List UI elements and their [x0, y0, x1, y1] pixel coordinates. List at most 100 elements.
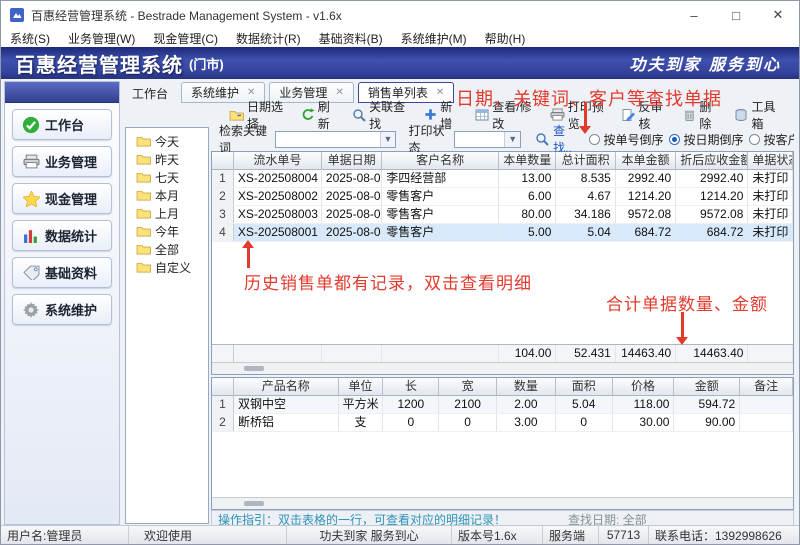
tree-item[interactable]: 全部 [126, 240, 208, 258]
date-tree-panel: 今天 昨天 七天 本月 上月今年 全部 自定义 [125, 127, 209, 524]
annotation-arrow-down-icon [579, 102, 591, 134]
column-header[interactable]: 备注 [740, 378, 793, 396]
scrollbar-thumb[interactable] [244, 501, 264, 506]
column-header[interactable]: 客户名称 [382, 152, 499, 170]
chevron-down-icon: ▼ [379, 131, 396, 147]
column-header[interactable]: 金额 [674, 378, 741, 396]
column-header[interactable]: 总计面积 [556, 152, 616, 170]
table-cell: 34.186 [556, 206, 616, 223]
status-server-label: 服务端 [543, 526, 599, 544]
tree-item[interactable]: 本月 [126, 186, 208, 204]
menu-item[interactable]: 现金管理(C) [144, 30, 227, 47]
totals-cell: 52.431 [556, 345, 616, 362]
column-header[interactable]: 单据状态 [748, 152, 793, 170]
menu-item[interactable]: 帮助(H) [476, 30, 535, 47]
status-bar: 用户名:管理员 欢迎使用 功夫到家 服务到心 版本号1.6x 服务端 57713… [1, 525, 799, 544]
menu-item[interactable]: 基础资料(B) [310, 30, 392, 47]
status-welcome: 欢迎使用 [129, 526, 287, 544]
sidebar-item-label: 基础资料 [45, 266, 98, 281]
column-header[interactable]: 本单数量 [498, 152, 557, 170]
column-header[interactable] [212, 378, 234, 396]
status-phone: 联系电话：1392998626 [655, 528, 782, 543]
column-header[interactable] [212, 152, 234, 170]
table-cell: 2 [212, 188, 234, 205]
window-title: 百惠经营管理系统 - Bestrade Management System - … [31, 8, 342, 23]
tab-close-icon[interactable]: ✕ [335, 87, 343, 98]
horizontal-scrollbar[interactable] [212, 362, 793, 374]
scrollbar-thumb[interactable] [244, 366, 264, 371]
keyword-combobox[interactable]: ▼ [275, 130, 397, 148]
print-status-combobox[interactable]: ▼ [454, 130, 522, 148]
minimize-button[interactable]: – [673, 1, 715, 29]
table-cell: 零售客户 [382, 188, 499, 205]
tree-item[interactable]: 昨天 [126, 150, 208, 168]
app-window: 百惠经营管理系统 - Bestrade Management System - … [0, 0, 800, 545]
menu-item[interactable]: 系统维护(M) [392, 30, 476, 47]
table-cell: 2100 [439, 396, 498, 413]
column-header[interactable]: 单位 [338, 378, 384, 396]
column-header[interactable]: 流水单号 [233, 152, 322, 170]
column-header[interactable]: 产品名称 [233, 378, 339, 396]
menu-item[interactable]: 业务管理(W) [59, 30, 144, 47]
table-row[interactable]: 4 XS-202508001 2025-08-02 零售客户 5.00 5.04 684.7… [212, 224, 793, 242]
search-icon [535, 132, 549, 146]
annotation-arrow-down-icon [676, 312, 688, 345]
table-row[interactable]: 1 双钢中空 平方米 1200 2100 2.00 5.04 118.00 594.72 [212, 396, 793, 414]
table-cell: 0 [383, 414, 440, 431]
table-cell: 3 [212, 206, 234, 223]
sidebar-item-workbench[interactable]: 工作台 [12, 109, 112, 140]
horizontal-scrollbar[interactable] [212, 497, 793, 509]
sidebar-item-business-mgmt[interactable]: 业务管理 [12, 146, 112, 177]
sidebar-item-label: 工作台 [45, 118, 85, 133]
column-header[interactable]: 单据日期 [321, 152, 383, 170]
tree-item[interactable]: 自定义 [126, 258, 208, 276]
column-header[interactable]: 长 [383, 378, 440, 396]
tree-item[interactable]: 上月 [126, 204, 208, 222]
sort-radio-按日期倒序[interactable]: 按日期倒序 [669, 131, 743, 148]
sidebar-item-cash-mgmt[interactable]: 现金管理 [12, 183, 112, 214]
column-header[interactable]: 折后应收金额 [676, 152, 749, 170]
sidebar-item-sys-maintenance[interactable]: 系统维护 [12, 294, 112, 325]
folder-icon [136, 171, 151, 183]
maximize-button[interactable]: □ [715, 1, 757, 29]
column-header[interactable]: 面积 [555, 378, 613, 396]
menu-item[interactable]: 数据统计(R) [227, 30, 310, 47]
sidebar-item-data-stats[interactable]: 数据统计 [12, 220, 112, 251]
table-row[interactable]: 2 断桥铝支 0 0 3.00 0 30.00 90.00 [212, 414, 793, 432]
table-row[interactable]: 1 XS-202508004 2025-08-07 李四经营部 13.00 8.535 29… [212, 170, 793, 188]
sort-radio-按单号倒序[interactable]: 按单号倒序 [589, 131, 663, 148]
tree-item[interactable]: 七天 [126, 168, 208, 186]
tree-item-label: 今年 [155, 224, 180, 239]
column-header[interactable]: 价格 [612, 378, 675, 396]
tab-close-icon[interactable]: ✕ [247, 87, 255, 98]
folder-icon [136, 153, 151, 165]
table-cell [740, 396, 793, 413]
column-header[interactable]: 宽 [439, 378, 498, 396]
tag-icon [21, 264, 41, 282]
tree-item[interactable]: 今年 [126, 222, 208, 240]
table-row[interactable]: 2 XS-202508002 2025-08-05 零售客户 6.00 4.67 1214.… [212, 188, 793, 206]
table-cell: 1 [212, 396, 234, 413]
table-cell: 4.67 [556, 188, 616, 205]
close-button[interactable]: ✕ [757, 1, 799, 29]
table-cell: 1214.20 [616, 188, 677, 205]
column-header[interactable]: 本单金额 [615, 152, 677, 170]
search-button[interactable]: 查找.. [535, 122, 577, 156]
tab-close-icon[interactable]: ✕ [436, 87, 444, 98]
radio-icon [669, 133, 681, 145]
folder-icon [136, 207, 151, 219]
banner-slogan: 功夫到家 服务到心 [629, 55, 781, 74]
sort-radio-按客户名称[interactable]: 按客户名称 [749, 131, 794, 148]
radio-icon [589, 133, 601, 145]
tree-item[interactable]: 今天 [126, 132, 208, 150]
sidebar-item-basic-data[interactable]: 基础资料 [12, 257, 112, 288]
tab-label: 工作台 [132, 87, 169, 101]
tab-工作台[interactable]: 工作台 [123, 84, 177, 103]
banner-title: 百惠经营管理系统 [15, 54, 183, 77]
sort-options: 按单号倒序 按日期倒序 按客户名称 [589, 131, 794, 148]
column-header[interactable]: 数量 [497, 378, 556, 396]
table-row[interactable]: 3 XS-202508003 2025-08-05 零售客户 80.00 34.186 95… [212, 206, 793, 224]
order-detail-table: 产品名称 单位长宽数量 面积 价格 金额 备注 1 双钢中空 平方米 1200 2100 2.00 5.… [211, 377, 794, 510]
radio-label: 按客户名称 [763, 132, 794, 147]
menu-item[interactable]: 系统(S) [1, 30, 59, 47]
